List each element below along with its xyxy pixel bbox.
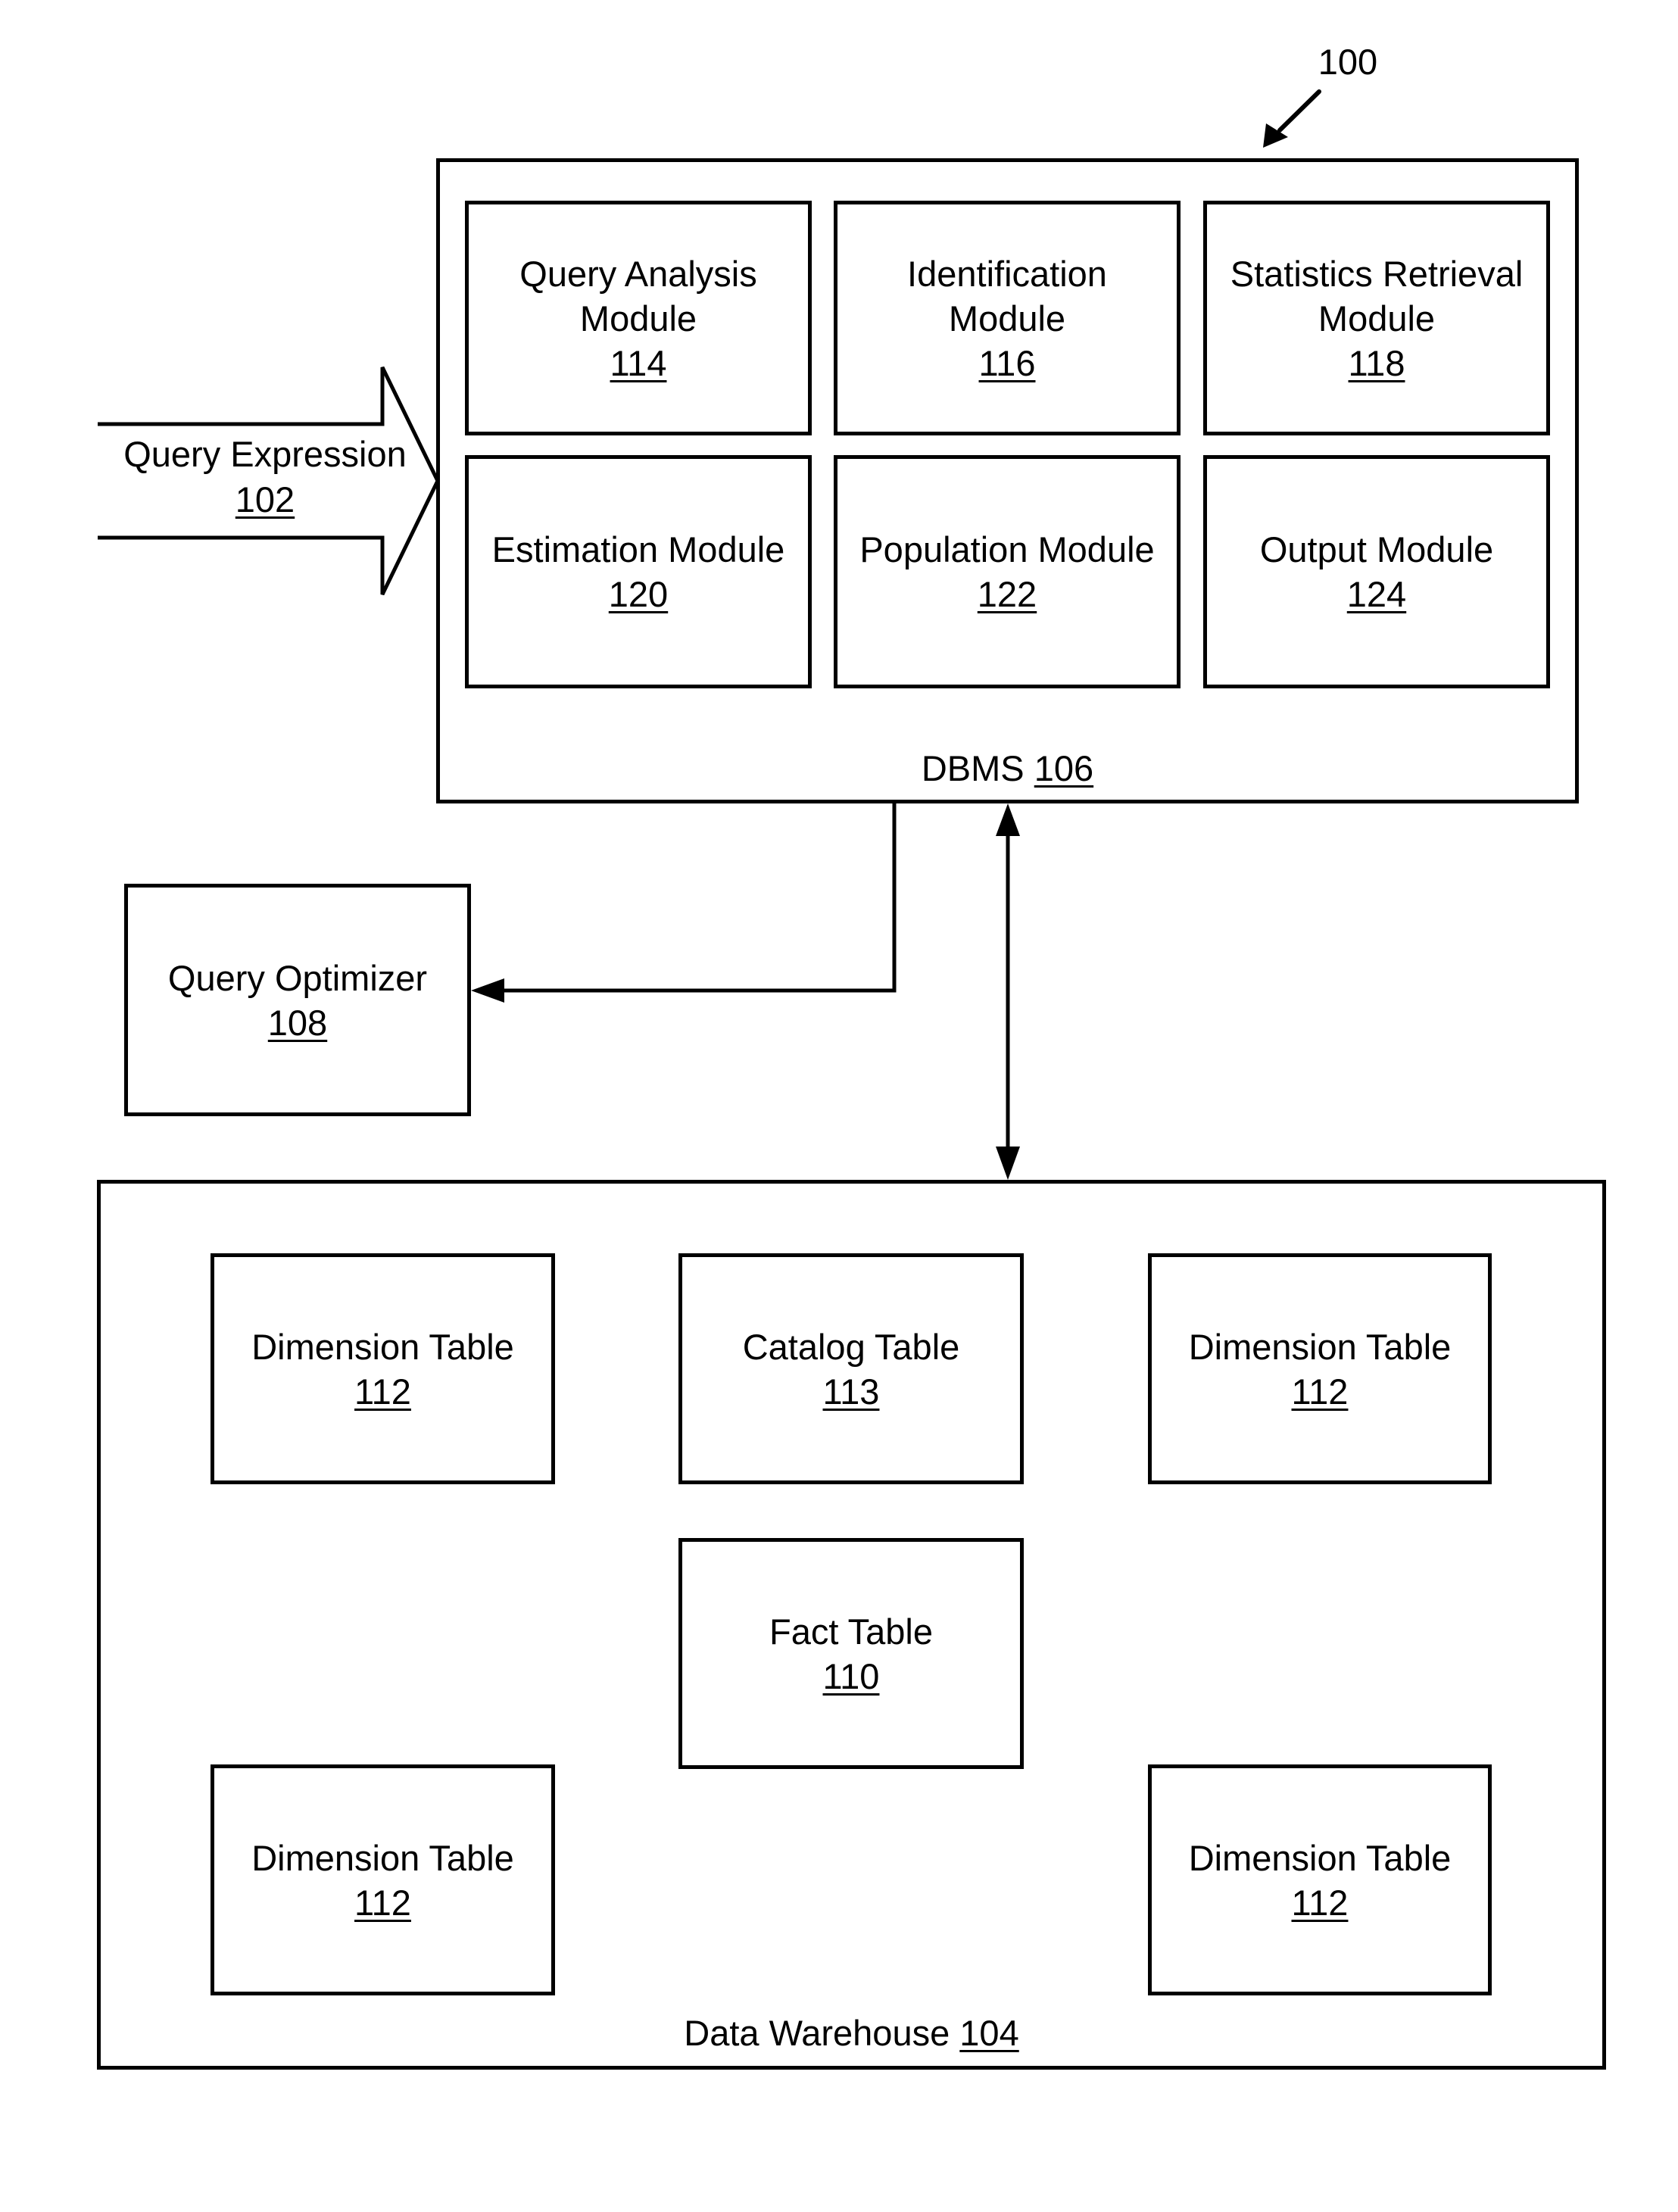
arrowhead-down-icon <box>996 1147 1020 1180</box>
figure-reference-arrowhead-icon <box>1263 123 1288 148</box>
output-module[interactable]: Output Module 124 <box>1203 455 1550 688</box>
module-number: 120 <box>608 574 669 614</box>
catalog-table[interactable]: Catalog Table 113 <box>678 1253 1024 1484</box>
estimation-module[interactable]: Estimation Module 120 <box>465 455 812 688</box>
table-number: 112 <box>354 1882 411 1923</box>
module-label: Statistics Retrieval Module <box>1230 253 1524 339</box>
module-label: Estimation Module <box>491 529 785 569</box>
query-expression-label: Query Expression 102 <box>106 432 424 523</box>
data-warehouse-label: Data Warehouse 104 <box>684 2011 1018 2055</box>
table-number: 112 <box>354 1371 411 1412</box>
module-number: 122 <box>977 574 1037 614</box>
module-number: 124 <box>1346 574 1407 614</box>
module-number: 114 <box>610 342 667 383</box>
module-number: 118 <box>1348 342 1405 383</box>
table-label: Catalog Table <box>742 1326 960 1367</box>
table-label: Dimension Table <box>251 1837 514 1878</box>
dbms-label: DBMS 106 <box>922 746 1093 791</box>
module-label: Identification Module <box>907 253 1107 339</box>
figure-reference-label: 100 <box>1318 42 1378 82</box>
arrowhead-left-icon <box>471 978 504 1003</box>
query-optimizer-box[interactable]: Query Optimizer 108 <box>124 884 471 1116</box>
module-label: Query Analysis Module <box>519 253 757 339</box>
module-label: Output Module <box>1259 529 1494 569</box>
dbms-number: 106 <box>1034 748 1094 788</box>
data-warehouse-number: 104 <box>959 2013 1019 2053</box>
query-optimizer-number: 108 <box>267 1002 328 1043</box>
table-label: Dimension Table <box>251 1326 514 1367</box>
table-label: Dimension Table <box>1188 1837 1452 1878</box>
statistics-retrieval-module[interactable]: Statistics Retrieval Module 118 <box>1203 201 1550 435</box>
population-module[interactable]: Population Module 122 <box>834 455 1181 688</box>
dbms-label-text: DBMS <box>921 748 1025 788</box>
dimension-table-top-left[interactable]: Dimension Table 112 <box>211 1253 555 1484</box>
dbms-warehouse-bidirectional-arrow <box>996 803 1020 1180</box>
query-analysis-module[interactable]: Query Analysis Module 114 <box>465 201 812 435</box>
table-number: 112 <box>1291 1882 1349 1923</box>
table-number: 110 <box>822 1655 880 1696</box>
dimension-table-bottom-right[interactable]: Dimension Table 112 <box>1148 1764 1492 1995</box>
figure-reference-arrow <box>1263 89 1321 148</box>
module-number: 116 <box>978 342 1036 383</box>
query-expression-number: 102 <box>235 479 295 519</box>
table-number: 113 <box>822 1371 880 1412</box>
fact-table[interactable]: Fact Table 110 <box>678 1538 1024 1769</box>
arrowhead-up-icon <box>996 803 1020 836</box>
dimension-table-top-right[interactable]: Dimension Table 112 <box>1148 1253 1492 1484</box>
dimension-table-bottom-left[interactable]: Dimension Table 112 <box>211 1764 555 1995</box>
query-optimizer-label: Query Optimizer <box>167 957 428 998</box>
data-warehouse-label-text: Data Warehouse <box>684 2013 950 2053</box>
table-label: Fact Table <box>769 1611 933 1652</box>
module-label: Population Module <box>859 529 1155 569</box>
table-number: 112 <box>1291 1371 1349 1412</box>
query-expression-text: Query Expression <box>123 434 407 474</box>
identification-module[interactable]: Identification Module 116 <box>834 201 1181 435</box>
table-label: Dimension Table <box>1188 1326 1452 1367</box>
dbms-to-optimizer-arrow <box>471 803 897 1003</box>
